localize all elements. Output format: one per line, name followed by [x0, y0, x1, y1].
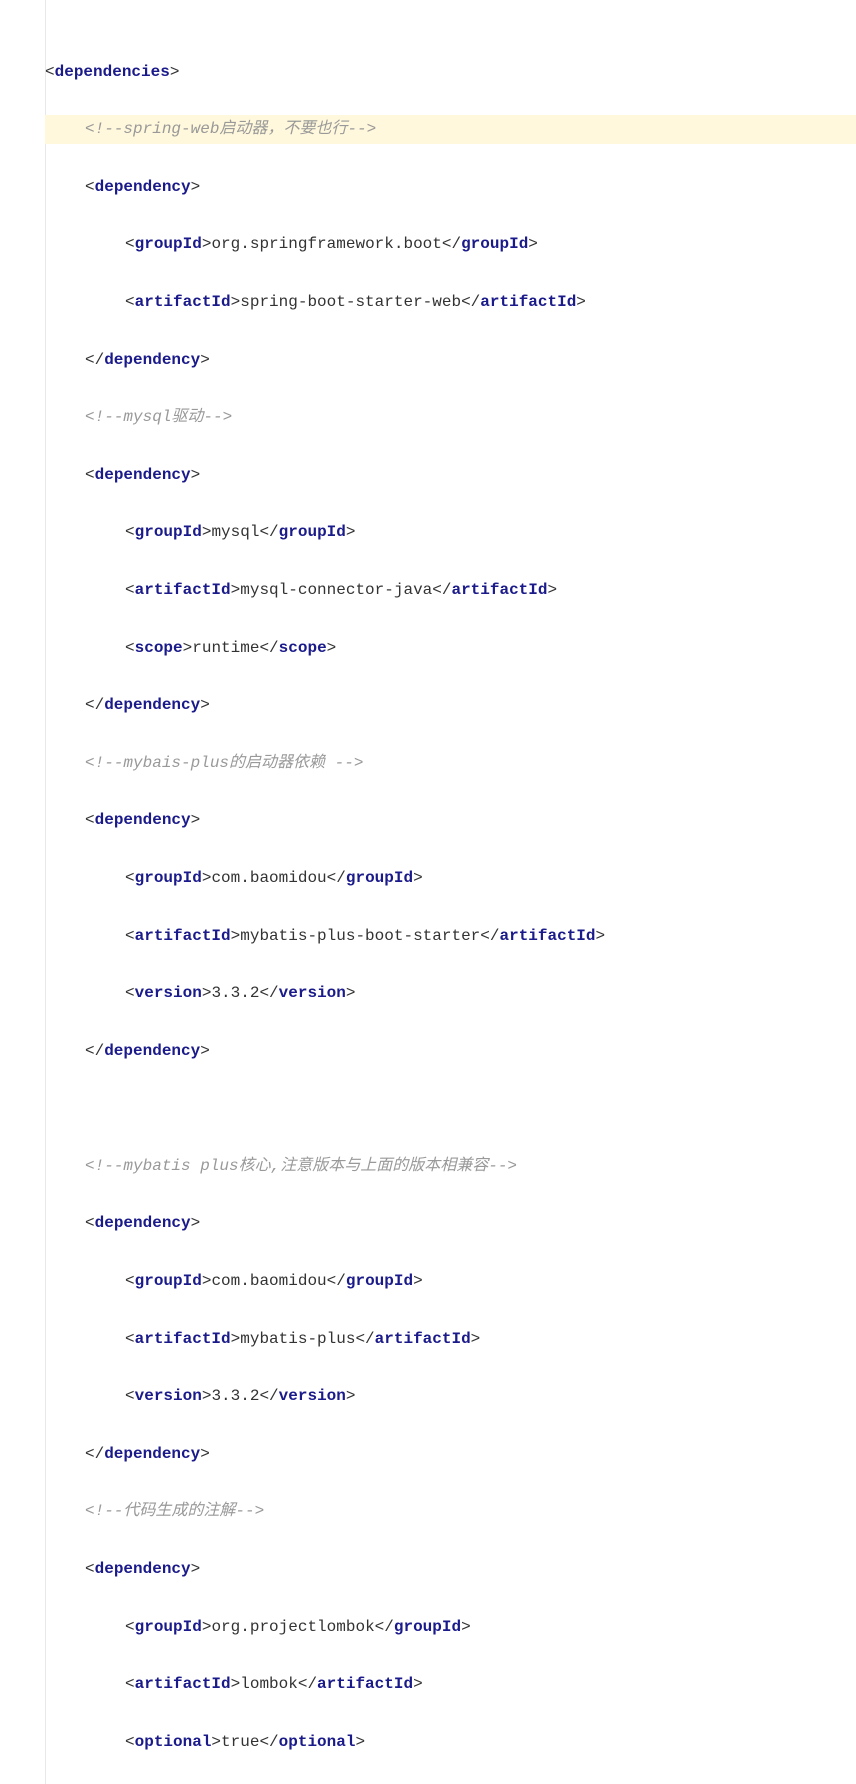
value-groupid: mysql [211, 523, 259, 541]
tag-dependency: dependency [95, 1560, 191, 1578]
tag-groupid-close: groupId [394, 1618, 461, 1636]
tag-dependency: dependency [95, 811, 191, 829]
code-line: <artifactId>mysql-connector-java</artifa… [45, 576, 856, 605]
tag-artifactid: artifactId [135, 927, 231, 945]
code-line: <version>3.3.2</version> [45, 979, 856, 1008]
value-version: 3.3.2 [211, 1387, 259, 1405]
line-gutter [0, 0, 46, 1784]
tag-version-close: version [279, 1387, 346, 1405]
xml-code-block: <dependencies> <!--spring-web启动器，不要也行-->… [0, 0, 856, 1784]
xml-comment: <!--mybatis plus核心,注意版本与上面的版本相兼容--> [85, 1157, 517, 1175]
code-line: <!--mysql驱动--> [45, 403, 856, 432]
tag-optional: optional [135, 1733, 212, 1751]
value-artifactid: mysql-connector-java [240, 581, 432, 599]
code-line: <dependency> [45, 806, 856, 835]
tag-dependency: dependency [95, 1214, 191, 1232]
value-artifactid: spring-boot-starter-web [240, 293, 461, 311]
tag-groupid: groupId [135, 869, 202, 887]
tag-optional-close: optional [279, 1733, 356, 1751]
value-groupid: com.baomidou [211, 869, 326, 887]
tag-groupid-close: groupId [279, 523, 346, 541]
tag-groupid-close: groupId [346, 869, 413, 887]
tag-artifactid-close: artifactId [451, 581, 547, 599]
value-scope: runtime [192, 639, 259, 657]
tag-artifactid-close: artifactId [480, 293, 576, 311]
code-line: <artifactId>spring-boot-starter-web</art… [45, 288, 856, 317]
tag-groupid: groupId [135, 1272, 202, 1290]
xml-comment: <!--mysql驱动--> [85, 408, 232, 426]
tag-dependencies: dependencies [55, 63, 170, 81]
value-version: 3.3.2 [211, 984, 259, 1002]
code-line: <!--代码生成的注解--> [45, 1497, 856, 1526]
tag-dependency-close: dependency [104, 1445, 200, 1463]
code-line: <groupId>com.baomidou</groupId> [45, 864, 856, 893]
code-line: <scope>runtime</scope> [45, 634, 856, 663]
code-line: <groupId>mysql</groupId> [45, 518, 856, 547]
tag-artifactid: artifactId [135, 1675, 231, 1693]
code-line: <dependency> [45, 1209, 856, 1238]
code-line: </dependency> [45, 1037, 856, 1066]
code-line: <version>3.3.2</version> [45, 1382, 856, 1411]
code-line: <dependency> [45, 173, 856, 202]
tag-version-close: version [279, 984, 346, 1002]
tag-artifactid-close: artifactId [499, 927, 595, 945]
tag-dependency-close: dependency [104, 1042, 200, 1060]
tag-artifactid-close: artifactId [375, 1330, 471, 1348]
code-line: <groupId>org.projectlombok</groupId> [45, 1613, 856, 1642]
tag-groupid: groupId [135, 523, 202, 541]
tag-groupid-close: groupId [346, 1272, 413, 1290]
code-line: <artifactId>mybatis-plus-boot-starter</a… [45, 922, 856, 951]
tag-groupid: groupId [135, 1618, 202, 1636]
xml-comment: <!--spring-web启动器，不要也行--> [85, 120, 376, 138]
value-groupid: org.projectlombok [211, 1618, 374, 1636]
tag-dependency: dependency [95, 466, 191, 484]
code-line: <!--mybatis plus核心,注意版本与上面的版本相兼容--> [45, 1152, 856, 1181]
code-line: <!--mybais-plus的启动器依赖 --> [45, 749, 856, 778]
tag-dependency: dependency [95, 178, 191, 196]
xml-comment: <!--mybais-plus的启动器依赖 --> [85, 754, 363, 772]
code-line: <dependencies> [45, 58, 856, 87]
tag-dependency-close: dependency [104, 696, 200, 714]
tag-groupid: groupId [135, 235, 202, 253]
code-line: <artifactId>lombok</artifactId> [45, 1670, 856, 1699]
code-line: </dependency> [45, 691, 856, 720]
code-line: </dependency> [45, 1440, 856, 1469]
tag-version: version [135, 984, 202, 1002]
code-line: <dependency> [45, 1555, 856, 1584]
xml-comment: <!--代码生成的注解--> [85, 1502, 264, 1520]
value-optional: true [221, 1733, 259, 1751]
code-line: <dependency> [45, 461, 856, 490]
value-groupid: org.springframework.boot [211, 235, 441, 253]
tag-artifactid: artifactId [135, 293, 231, 311]
value-groupid: com.baomidou [211, 1272, 326, 1290]
value-artifactid: mybatis-plus-boot-starter [240, 927, 480, 945]
code-line [45, 1094, 856, 1123]
code-line: <groupId>com.baomidou</groupId> [45, 1267, 856, 1296]
code-line: </dependency> [45, 346, 856, 375]
code-line: <optional>true</optional> [45, 1728, 856, 1757]
tag-artifactid: artifactId [135, 1330, 231, 1348]
code-line: <!--spring-web启动器，不要也行--> [45, 115, 856, 144]
value-artifactid: lombok [240, 1675, 298, 1693]
tag-artifactid: artifactId [135, 581, 231, 599]
tag-scope: scope [135, 639, 183, 657]
tag-scope-close: scope [279, 639, 327, 657]
tag-groupid-close: groupId [461, 235, 528, 253]
value-artifactid: mybatis-plus [240, 1330, 355, 1348]
code-line: <artifactId>mybatis-plus</artifactId> [45, 1325, 856, 1354]
tag-artifactid-close: artifactId [317, 1675, 413, 1693]
tag-dependency-close: dependency [104, 351, 200, 369]
code-line: <groupId>org.springframework.boot</group… [45, 230, 856, 259]
tag-version: version [135, 1387, 202, 1405]
